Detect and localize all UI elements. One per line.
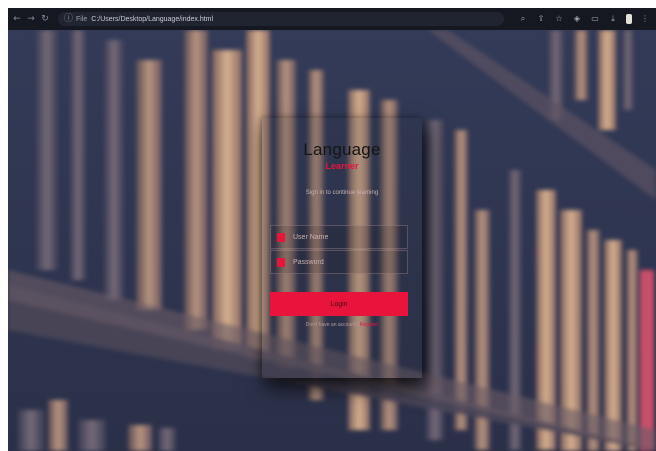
username-field[interactable] [270,225,408,249]
register-prompt-text: Don't have an account? [305,322,359,328]
tab-search-icon[interactable]: ▭ [590,14,600,24]
register-prompt: Don't have an account? Register [262,322,422,328]
info-icon[interactable]: ⓘ [64,14,73,24]
share-icon[interactable]: ⇧ [536,14,546,24]
reload-icon[interactable]: ↻ [40,14,50,24]
star-icon[interactable]: ☆ [554,14,564,24]
url-text: C:/Users/Desktop/Language/index.html [91,15,214,23]
user-icon [277,232,285,242]
download-icon[interactable]: ⤓ [608,14,618,24]
url-scheme: File [76,15,88,23]
menu-icon[interactable]: ⋮ [640,14,650,24]
zoom-icon[interactable]: ⌕ [518,14,528,24]
arrow-left-icon[interactable]: ← [12,14,22,24]
register-link[interactable]: Register [360,322,379,328]
arrow-right-icon[interactable]: → [26,14,36,24]
username-input[interactable] [291,232,405,242]
password-input[interactable] [291,257,405,267]
login-card: Language Learner Sign in to continue lea… [262,118,422,378]
browser-window: ← → ↻ ⓘ File C:/Users/Desktop/Language/i… [8,8,656,451]
avatar[interactable] [626,14,632,24]
toolbar-icons: ⌕ ⇧ ☆ ◈ ▭ ⤓ ⋮ [510,14,650,24]
login-button[interactable]: Login [270,292,408,316]
login-tagline: Sign in to continue learning [305,190,379,196]
app-subtitle: Learner [325,161,359,171]
extensions-icon[interactable]: ◈ [572,14,582,24]
address-bar[interactable]: ⓘ File C:/Users/Desktop/Language/index.h… [58,12,504,26]
password-field[interactable] [270,250,408,274]
lock-icon [277,257,285,267]
browser-toolbar: ← → ↻ ⓘ File C:/Users/Desktop/Language/i… [8,8,656,30]
app-title: Language [303,140,381,159]
